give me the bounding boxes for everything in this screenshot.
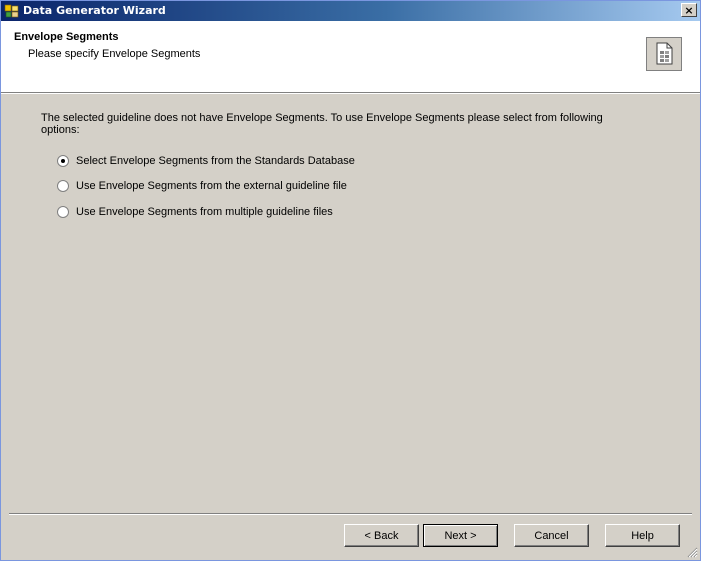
option-standards-database[interactable]: Select Envelope Segments from the Standa… xyxy=(41,153,355,169)
radio-multiple-guideline-files[interactable] xyxy=(57,206,69,218)
option-label: Use Envelope Segments from multiple guid… xyxy=(76,206,333,218)
close-button[interactable]: × xyxy=(681,3,697,17)
option-label: Select Envelope Segments from the Standa… xyxy=(76,155,355,167)
help-button[interactable]: Help xyxy=(605,524,680,547)
wizard-window: Data Generator Wizard × Envelope Segment… xyxy=(0,0,701,561)
option-multiple-guideline-files[interactable]: Use Envelope Segments from multiple guid… xyxy=(41,204,333,220)
app-icon xyxy=(4,3,20,19)
option-label: Use Envelope Segments from the external … xyxy=(76,180,347,192)
close-icon: × xyxy=(684,4,694,17)
resize-grip-icon[interactable] xyxy=(686,546,698,558)
header-separator xyxy=(1,93,700,94)
footer-separator-highlight xyxy=(9,514,692,515)
option-external-guideline-file[interactable]: Use Envelope Segments from the external … xyxy=(41,178,347,194)
cancel-button[interactable]: Cancel xyxy=(514,524,589,547)
back-button[interactable]: < Back xyxy=(344,524,419,547)
page-subtitle: Please specify Envelope Segments xyxy=(28,48,201,60)
radio-standards-database[interactable] xyxy=(57,155,69,167)
radio-external-guideline-file[interactable] xyxy=(57,180,69,192)
page-title: Envelope Segments xyxy=(14,31,119,43)
title-bar[interactable]: Data Generator Wizard × xyxy=(1,1,700,21)
document-grid-icon xyxy=(646,37,682,71)
wizard-header: Envelope Segments Please specify Envelop… xyxy=(1,21,700,93)
intro-text: The selected guideline does not have Env… xyxy=(41,112,603,136)
next-button[interactable]: Next > xyxy=(423,524,498,547)
window-title: Data Generator Wizard xyxy=(23,4,166,17)
